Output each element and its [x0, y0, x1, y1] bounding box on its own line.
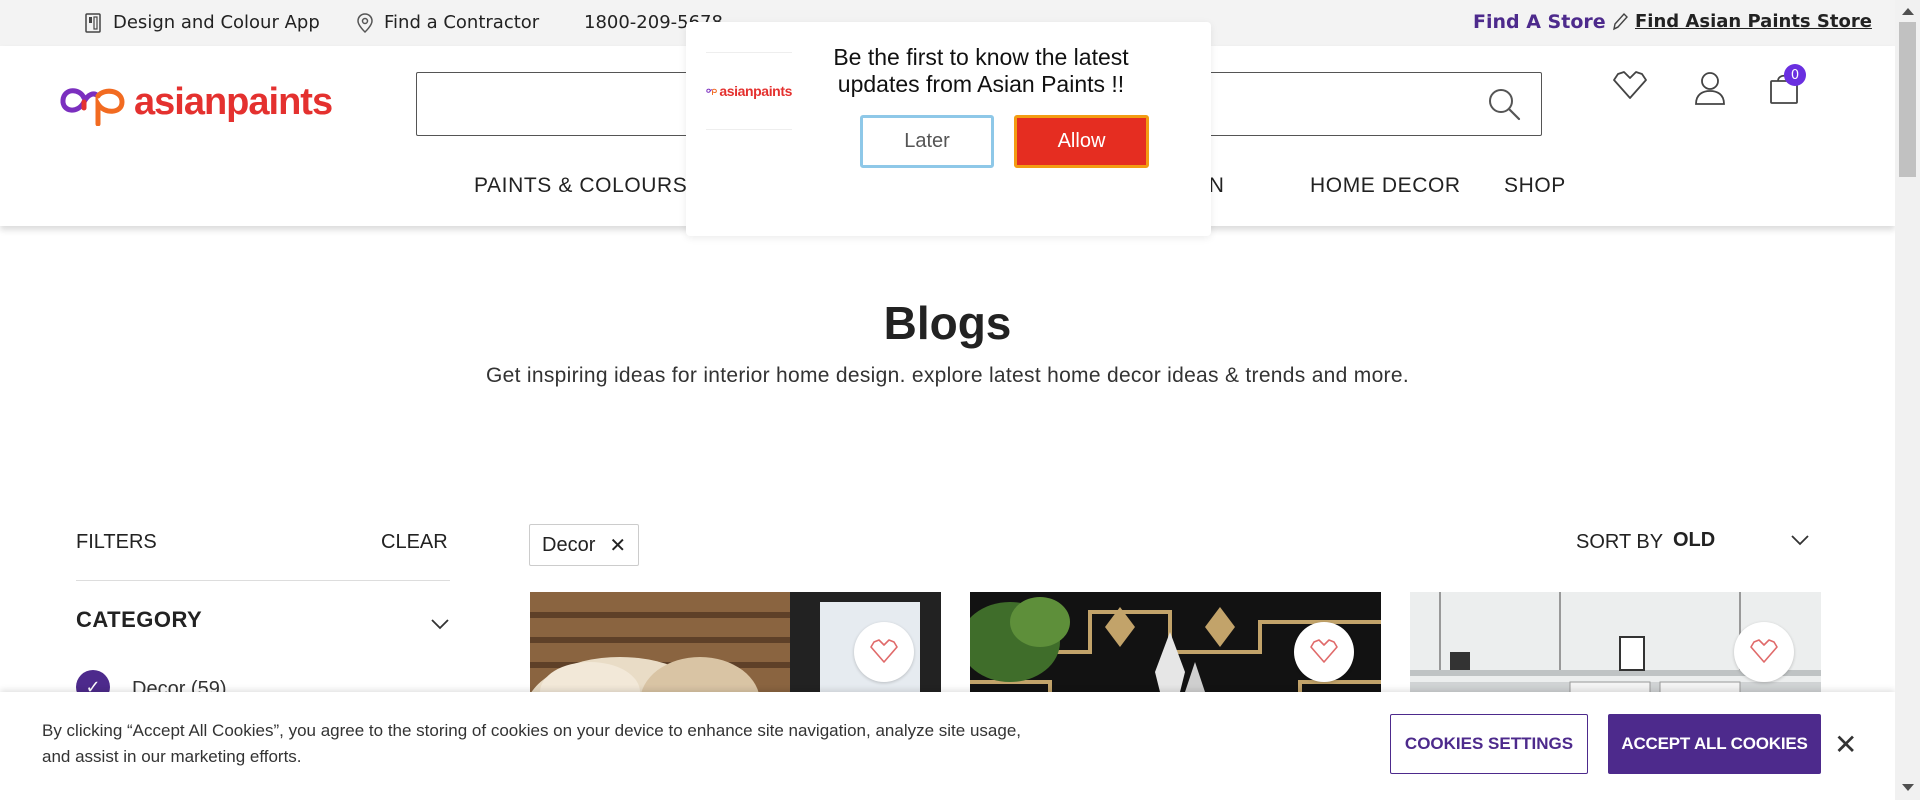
search-icon[interactable]	[1487, 87, 1521, 121]
find-a-store-link[interactable]: Find A Store	[1473, 11, 1630, 33]
pencil-icon	[1612, 12, 1628, 31]
filters-divider	[76, 580, 450, 581]
page-subtitle: Get inspiring ideas for interior home de…	[486, 364, 1409, 387]
cart-count-badge: 0	[1784, 64, 1806, 86]
close-icon[interactable]: ✕	[609, 533, 626, 558]
find-contractor-link[interactable]: Find a Contractor	[356, 12, 539, 33]
chevron-down-icon[interactable]	[430, 618, 450, 630]
category-heading[interactable]: CATEGORY	[76, 607, 202, 633]
clear-filters-button[interactable]: CLEAR	[381, 531, 448, 554]
active-filter-chip-label: Decor	[542, 533, 596, 556]
notification-message: Be the first to know the latest updates …	[833, 44, 1129, 97]
asianpaints-logo[interactable]: asianpaints	[58, 78, 333, 126]
scroll-down-arrow-icon[interactable]	[1902, 784, 1914, 791]
scroll-up-arrow-icon[interactable]	[1902, 8, 1914, 15]
find-contractor-label: Find a Contractor	[384, 12, 540, 33]
scroll-thumb[interactable]	[1899, 22, 1916, 177]
card-wishlist-button[interactable]	[1294, 622, 1354, 682]
phone-app-icon	[85, 12, 101, 33]
notification-logo-text: asianpaints	[719, 83, 792, 99]
wishlist-heart-icon	[1750, 639, 1778, 663]
design-colour-app-link[interactable]: Design and Colour App	[83, 12, 320, 33]
wishlist-button[interactable]	[1612, 70, 1648, 106]
card-wishlist-button[interactable]	[854, 622, 914, 682]
notification-logo: asianpaints	[706, 52, 792, 130]
push-notification-prompt: asianpaints Be the first to know the lat…	[686, 22, 1211, 236]
logo-text: asianpaints	[134, 80, 333, 123]
cookies-settings-button[interactable]: COOKIES SETTINGS	[1390, 714, 1588, 774]
page-scrollbar[interactable]	[1895, 0, 1920, 800]
cookie-message: By clicking “Accept All Cookies”, you ag…	[42, 721, 1021, 766]
find-asian-paints-store-link[interactable]: Find Asian Paints Store	[1635, 11, 1872, 32]
wishlist-heart-icon	[870, 639, 898, 663]
sort-select[interactable]: OLD	[1673, 529, 1715, 552]
later-button[interactable]: Later	[860, 115, 994, 168]
wishlist-heart-icon	[1310, 639, 1338, 663]
sort-by-label: SORT BY	[1576, 531, 1664, 553]
allow-button[interactable]: Allow	[1014, 115, 1149, 168]
accept-all-cookies-button[interactable]: ACCEPT ALL COOKIES	[1608, 714, 1821, 774]
page-title: Blogs	[883, 297, 1012, 349]
chevron-down-icon[interactable]	[1790, 534, 1810, 546]
cart-button[interactable]: 0	[1768, 64, 1806, 110]
card-wishlist-button[interactable]	[1734, 622, 1794, 682]
logo-mark-icon	[60, 88, 125, 126]
user-icon	[1695, 72, 1725, 105]
wishlist-heart-icon	[1613, 71, 1647, 99]
design-colour-app-label: Design and Colour App	[113, 12, 320, 33]
active-filter-chip: Decor ✕	[529, 524, 640, 566]
location-pin-icon	[357, 12, 373, 33]
nav-home-decor[interactable]: HOME DECOR	[1310, 174, 1461, 198]
filters-label: FILTERS	[76, 531, 157, 553]
nav-paints-colours[interactable]: PAINTS & COLOURS	[474, 174, 687, 198]
find-a-store-label: Find A Store	[1473, 11, 1606, 33]
close-icon[interactable]: ✕	[1834, 728, 1857, 761]
cookie-banner: By clicking “Accept All Cookies”, you ag…	[0, 692, 1895, 800]
nav-shop[interactable]: SHOP	[1504, 174, 1566, 198]
logo-mark-icon	[706, 88, 717, 96]
account-button[interactable]	[1693, 70, 1727, 110]
